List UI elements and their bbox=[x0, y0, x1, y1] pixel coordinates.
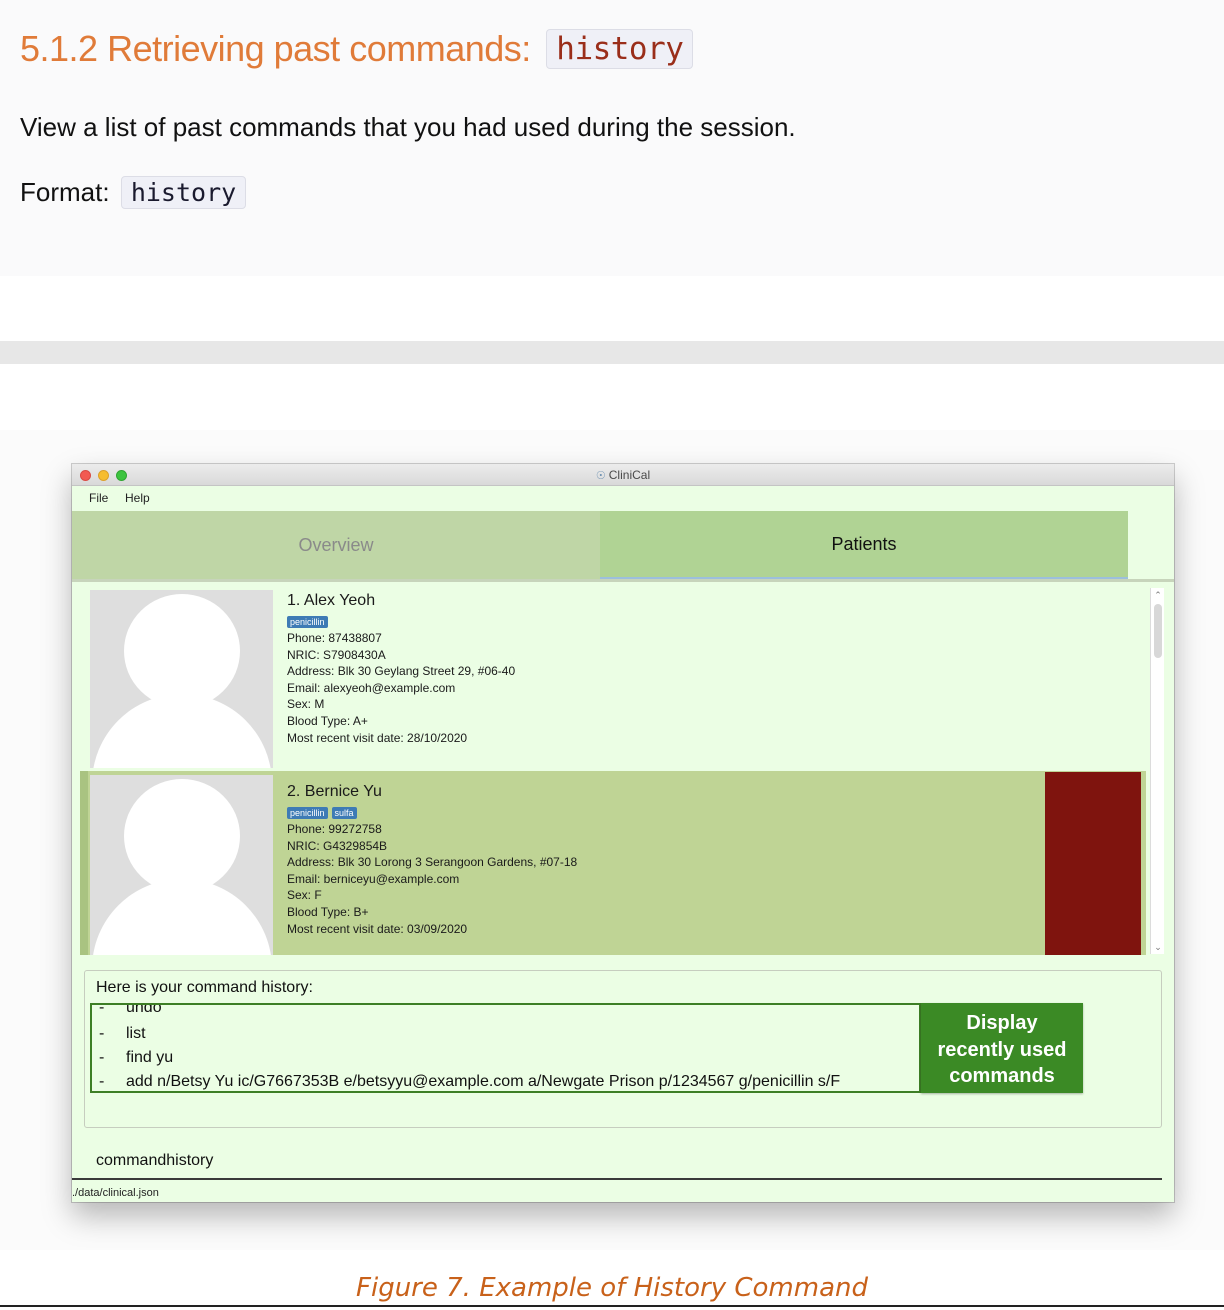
patient-visit-date: Most recent visit date: 28/10/2020 bbox=[287, 730, 468, 745]
patient-address: Address: Blk 30 Lorong 3 Serangoon Garde… bbox=[287, 855, 578, 870]
patient-tags: penicillin sulfa bbox=[287, 804, 577, 820]
scroll-thumb[interactable] bbox=[1154, 604, 1162, 658]
title-bar[interactable]: ☉ CliniCal bbox=[72, 464, 1174, 486]
patient-info: 2. Bernice Yu penicillin sulfa Phone: 992… bbox=[287, 781, 577, 937]
section-heading-text: 5.1.2 Retrieving past commands: bbox=[20, 28, 531, 69]
history-command: list bbox=[126, 1025, 146, 1042]
history-bullet: - bbox=[99, 1003, 105, 1016]
patient-phone: Phone: 87438807 bbox=[287, 631, 382, 645]
patient-blood-type: Blood Type: A+ bbox=[287, 713, 368, 728]
command-input-text[interactable]: commandhistory bbox=[96, 1152, 213, 1170]
menu-file[interactable]: File bbox=[89, 491, 108, 505]
patient-sex: Sex: M bbox=[287, 697, 325, 712]
status-bar-path: ./data/clinical.json bbox=[72, 1187, 159, 1199]
allergy-tag: sulfa bbox=[331, 806, 357, 819]
history-command: find yu bbox=[126, 1049, 174, 1066]
callout-line: Display bbox=[966, 1012, 1038, 1034]
selection-border bbox=[80, 771, 88, 955]
allergy-tag: penicillin bbox=[287, 806, 328, 819]
patient-visit-date: Most recent visit date: 03/09/2020 bbox=[287, 921, 468, 936]
section-description: View a list of past commands that you ha… bbox=[20, 112, 796, 142]
patient-nric: NRIC: G4329854B bbox=[287, 838, 388, 853]
patient-email: Email: alexyeoh@example.com bbox=[287, 680, 456, 695]
history-command: add n/Betsy Yu ic/G7667353B e/betsyyu@ex… bbox=[126, 1073, 841, 1090]
result-title: Here is your command history: bbox=[96, 979, 313, 996]
history-list: - undo - list - find yu - add n/Betsy Yu… bbox=[90, 1003, 921, 1093]
stethoscope-icon: ☉ bbox=[595, 470, 606, 482]
patient-list[interactable]: 1. Alex Yeoh penicillin Phone: 87438807 … bbox=[80, 584, 1150, 956]
doc-header-section: 5.1.2 Retrieving past commands: history … bbox=[0, 0, 1224, 276]
heading-code: history bbox=[546, 29, 694, 69]
command-input[interactable]: commandhistory bbox=[84, 1142, 1164, 1180]
window-title: ☉ CliniCal bbox=[72, 468, 1174, 482]
callout-line: recently used bbox=[937, 1038, 1067, 1061]
command-input-underline bbox=[72, 1178, 1162, 1180]
allergy-tag: penicillin bbox=[287, 615, 328, 628]
annotation-callout: Display recently used commands bbox=[921, 1003, 1083, 1093]
result-display: Here is your command history: - undo - l… bbox=[84, 970, 1162, 1128]
menu-help[interactable]: Help bbox=[125, 491, 150, 505]
section-separator bbox=[0, 341, 1224, 364]
avatar-head bbox=[124, 779, 240, 893]
callout-line: commands bbox=[949, 1065, 1055, 1087]
patient-blood-type: Blood Type: B+ bbox=[287, 904, 369, 919]
patient-name: 1. Alex Yeoh bbox=[287, 592, 376, 609]
patient-name: 2. Bernice Yu bbox=[287, 783, 382, 800]
menu-bar: File Help bbox=[72, 486, 1174, 511]
patient-tags: penicillin bbox=[287, 613, 515, 629]
patient-address: Address: Blk 30 Geylang Street 29, #06-4… bbox=[287, 664, 516, 679]
patient-phone: Phone: 99272758 bbox=[287, 822, 382, 836]
section-heading: 5.1.2 Retrieving past commands: history bbox=[20, 28, 694, 70]
figure-caption: Figure 7. Example of History Command bbox=[356, 1273, 868, 1303]
history-bullet: - bbox=[99, 1073, 105, 1090]
history-bullet: - bbox=[99, 1049, 105, 1066]
avatar-placeholder-icon bbox=[90, 590, 273, 768]
chevron-up-icon[interactable]: ⌃ bbox=[1151, 588, 1165, 602]
patient-card[interactable]: 1. Alex Yeoh penicillin Phone: 87438807 … bbox=[80, 584, 1146, 768]
format-line: Format: history bbox=[20, 176, 247, 209]
avatar-placeholder-icon bbox=[90, 775, 273, 955]
tab-divider bbox=[72, 579, 1174, 582]
list-scrollbar[interactable]: ⌃ ⌄ bbox=[1150, 588, 1164, 954]
avatar-head bbox=[124, 594, 240, 708]
tab-overview[interactable]: Overview bbox=[72, 511, 600, 579]
format-label: Format: bbox=[20, 177, 110, 207]
window-title-text: CliniCal bbox=[608, 468, 651, 482]
tab-patients[interactable]: Patients bbox=[600, 511, 1128, 579]
chevron-down-icon[interactable]: ⌄ bbox=[1151, 940, 1165, 954]
tab-bar: Overview Patients bbox=[72, 511, 1128, 579]
page-bottom-rule bbox=[0, 1305, 1224, 1307]
patient-sex: Sex: F bbox=[287, 888, 322, 903]
patient-card-selected[interactable]: 2. Bernice Yu penicillin sulfa Phone: 992… bbox=[80, 771, 1146, 955]
patient-email: Email: berniceyu@example.com bbox=[287, 871, 460, 886]
format-code: history bbox=[120, 176, 247, 209]
history-command: undo bbox=[126, 1003, 162, 1016]
avatar-body bbox=[92, 694, 272, 768]
avatar-body bbox=[92, 879, 272, 955]
visit-status-block bbox=[1045, 772, 1141, 955]
history-bullet: - bbox=[99, 1025, 105, 1042]
patient-nric: NRIC: S7908430A bbox=[287, 647, 386, 662]
app-window: ☉ CliniCal File Help Overview Patients 1.… bbox=[72, 464, 1174, 1202]
patient-info: 1. Alex Yeoh penicillin Phone: 87438807 … bbox=[287, 590, 515, 746]
